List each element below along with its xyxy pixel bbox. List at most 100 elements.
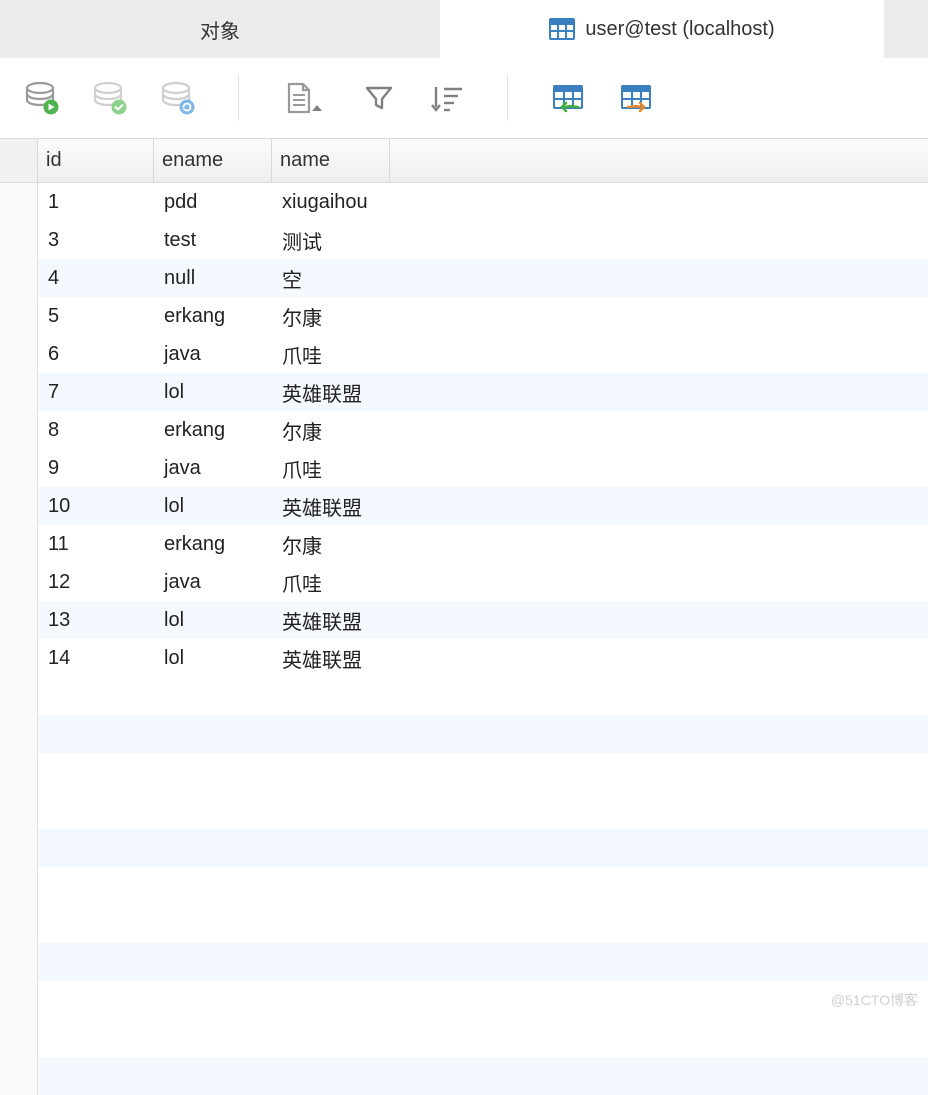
cell-id[interactable]: 11 — [38, 533, 154, 556]
table-row[interactable]: 7lol英雄联盟 — [0, 373, 928, 411]
table-row-empty — [0, 677, 928, 715]
cell-name[interactable]: 英雄联盟 — [272, 492, 928, 521]
cell-ename[interactable]: erkang — [154, 533, 272, 556]
toolbar — [0, 58, 928, 138]
cell-name[interactable]: 尔康 — [272, 530, 928, 559]
table-row-empty — [0, 753, 928, 791]
row-gutter — [0, 677, 38, 715]
export-button[interactable] — [616, 78, 656, 118]
row-gutter — [0, 449, 38, 487]
cell-ename[interactable]: test — [154, 229, 272, 252]
cell-ename[interactable]: lol — [154, 647, 272, 670]
row-gutter — [0, 411, 38, 449]
cell-ename[interactable]: lol — [154, 381, 272, 404]
cell-name[interactable]: 英雄联盟 — [272, 606, 928, 635]
row-gutter — [0, 1019, 38, 1057]
sort-button[interactable] — [427, 78, 467, 118]
row-gutter — [0, 487, 38, 525]
tab-objects[interactable]: 对象 — [0, 0, 440, 58]
cell-id[interactable]: 3 — [38, 229, 154, 252]
cell-name[interactable]: 尔康 — [272, 416, 928, 445]
table-row-empty — [0, 1057, 928, 1095]
row-gutter — [0, 563, 38, 601]
cell-name[interactable]: 英雄联盟 — [272, 644, 928, 673]
table-row[interactable]: 5erkang尔康 — [0, 297, 928, 335]
row-gutter — [0, 335, 38, 373]
table-row[interactable]: 6java爪哇 — [0, 335, 928, 373]
column-header-row: id ename name — [0, 138, 928, 183]
cell-id[interactable]: 5 — [38, 305, 154, 328]
cell-id[interactable]: 7 — [38, 381, 154, 404]
cell-ename[interactable]: lol — [154, 495, 272, 518]
table-row-empty — [0, 791, 928, 829]
watermark: @51CTO博客 — [831, 990, 918, 1010]
row-gutter — [0, 867, 38, 905]
cell-name[interactable]: 尔康 — [272, 302, 928, 331]
table-row[interactable]: 1pddxiugaihou — [0, 183, 928, 221]
row-gutter — [0, 221, 38, 259]
cell-name[interactable]: 测试 — [272, 226, 928, 255]
commit-button[interactable] — [90, 78, 130, 118]
row-gutter — [0, 753, 38, 791]
table-row[interactable]: 4null空 — [0, 259, 928, 297]
cell-ename[interactable]: erkang — [154, 419, 272, 442]
filter-button[interactable] — [359, 78, 399, 118]
cell-ename[interactable]: null — [154, 267, 272, 290]
cell-name[interactable]: xiugaihou — [272, 191, 928, 214]
tab-bar: 对象 user@test (localhost) — [0, 0, 928, 58]
table-row[interactable]: 14lol英雄联盟 — [0, 639, 928, 677]
column-label: id — [46, 149, 62, 172]
row-gutter — [0, 905, 38, 943]
row-gutter — [0, 601, 38, 639]
run-query-button[interactable] — [22, 78, 62, 118]
cell-ename[interactable]: java — [154, 571, 272, 594]
column-header-id[interactable]: id — [38, 139, 154, 182]
cell-ename[interactable]: erkang — [154, 305, 272, 328]
cell-id[interactable]: 4 — [38, 267, 154, 290]
table-row-empty — [0, 829, 928, 867]
row-gutter — [0, 373, 38, 411]
import-button[interactable] — [548, 78, 588, 118]
cell-name[interactable]: 空 — [272, 264, 928, 293]
row-gutter — [0, 297, 38, 335]
cell-ename[interactable]: lol — [154, 609, 272, 632]
data-grid[interactable]: 1pddxiugaihou3test测试4null空5erkang尔康6java… — [0, 183, 928, 1016]
cell-id[interactable]: 12 — [38, 571, 154, 594]
cell-name[interactable]: 爪哇 — [272, 568, 928, 597]
toolbar-separator — [507, 75, 508, 121]
cell-name[interactable]: 英雄联盟 — [272, 378, 928, 407]
table-row[interactable]: 8erkang尔康 — [0, 411, 928, 449]
table-icon — [549, 16, 575, 42]
table-row[interactable]: 11erkang尔康 — [0, 525, 928, 563]
cell-id[interactable]: 8 — [38, 419, 154, 442]
row-gutter — [0, 943, 38, 981]
row-gutter — [0, 525, 38, 563]
tab-label: 对象 — [200, 15, 240, 44]
cell-id[interactable]: 14 — [38, 647, 154, 670]
cell-id[interactable]: 10 — [38, 495, 154, 518]
cell-id[interactable]: 6 — [38, 343, 154, 366]
cell-id[interactable]: 1 — [38, 191, 154, 214]
cell-ename[interactable]: java — [154, 457, 272, 480]
column-header-ename[interactable]: ename — [154, 139, 272, 182]
cell-ename[interactable]: pdd — [154, 191, 272, 214]
cell-name[interactable]: 爪哇 — [272, 454, 928, 483]
row-gutter — [0, 791, 38, 829]
cell-id[interactable]: 13 — [38, 609, 154, 632]
refresh-button[interactable] — [158, 78, 198, 118]
table-row[interactable]: 12java爪哇 — [0, 563, 928, 601]
cell-id[interactable]: 9 — [38, 457, 154, 480]
row-gutter-header — [0, 139, 38, 182]
table-row[interactable]: 13lol英雄联盟 — [0, 601, 928, 639]
cell-name[interactable]: 爪哇 — [272, 340, 928, 369]
table-row[interactable]: 10lol英雄联盟 — [0, 487, 928, 525]
tab-user-table[interactable]: user@test (localhost) — [440, 0, 884, 58]
table-row[interactable]: 9java爪哇 — [0, 449, 928, 487]
document-button[interactable] — [279, 78, 331, 118]
column-header-name[interactable]: name — [272, 139, 390, 182]
table-row[interactable]: 3test测试 — [0, 221, 928, 259]
table-row-empty — [0, 981, 928, 1019]
tab-label: user@test (localhost) — [585, 18, 774, 41]
cell-ename[interactable]: java — [154, 343, 272, 366]
table-row-empty — [0, 715, 928, 753]
